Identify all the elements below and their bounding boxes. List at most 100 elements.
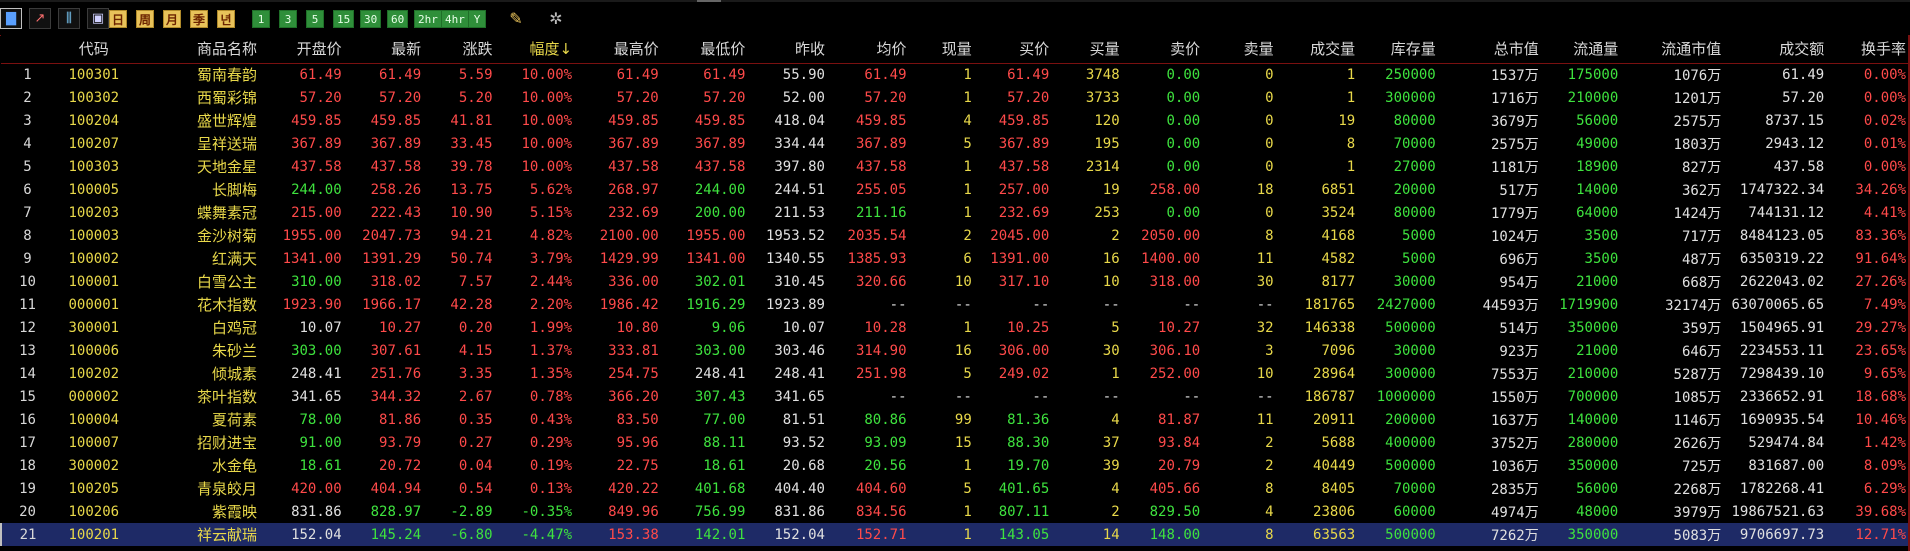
- cell-vol_now: 1: [963, 66, 972, 83]
- cell-bid_vol: 30: [1102, 342, 1120, 359]
- line-chart-icon[interactable]: ↗: [29, 8, 51, 29]
- table-row[interactable]: 6 100005 长脚梅 244.00 258.26 13.75 5.62% 268.97 24…: [1, 178, 1910, 201]
- cell-name: 花木指数: [197, 296, 258, 314]
- cell-float: 350000: [1567, 319, 1619, 336]
- cell-idx: 6: [23, 181, 32, 198]
- col-header-low[interactable]: 最低价: [662, 35, 750, 64]
- table-row[interactable]: 8 100003 金沙树菊 1955.00 2047.73 94.21 4.82% 2100.…: [1, 224, 1910, 247]
- col-header-code[interactable]: 代码: [54, 35, 134, 64]
- cell-high: 57.20: [616, 89, 659, 106]
- cell-avg: 20.56: [864, 457, 907, 474]
- cell-float_mcap: 725万: [1681, 458, 1722, 475]
- bar-chart-icon[interactable]: ▇: [0, 8, 22, 29]
- interval-button-0[interactable]: 1: [252, 10, 270, 28]
- candle-chart-icon[interactable]: ⫼: [58, 8, 80, 29]
- table-row[interactable]: 17 100007 招财进宝 91.00 93.79 0.27 0.29% 95.96 88.1…: [1, 431, 1910, 454]
- interval-button-4[interactable]: 30: [360, 10, 382, 28]
- period-button-1[interactable]: 周: [136, 10, 154, 28]
- col-header-open[interactable]: 开盘价: [261, 35, 346, 64]
- period-button-2[interactable]: 月: [163, 10, 181, 28]
- interval-button-6[interactable]: 2hr: [414, 10, 442, 28]
- table-row[interactable]: 2 100302 西蜀彩锦 57.20 57.20 5.20 10.00% 57.20 57.2…: [1, 86, 1910, 109]
- cell-avg: 437.58: [855, 158, 907, 175]
- col-header-last[interactable]: 最新: [345, 35, 426, 64]
- col-header-volume[interactable]: 成交量: [1277, 35, 1360, 64]
- table-row[interactable]: 4 100207 呈祥送瑞 367.89 367.89 33.45 10.00% 367.89…: [1, 132, 1910, 155]
- table-row[interactable]: 3 100204 盛世辉煌 459.85 459.85 41.81 10.00% 459.85…: [1, 109, 1910, 132]
- cell-ask: 0.00: [1166, 66, 1201, 83]
- table-row[interactable]: 9 100002 红满天 1341.00 1391.29 50.74 3.79% 1429.9…: [1, 247, 1910, 270]
- col-header-prev[interactable]: 昨收: [749, 35, 829, 64]
- col-header-chg[interactable]: 涨跌: [425, 35, 497, 64]
- gear-icon[interactable]: ✲: [546, 8, 566, 28]
- cell-code: 300002: [68, 457, 120, 474]
- col-header-avg[interactable]: 均价: [828, 35, 911, 64]
- cell-bid: 257.00: [998, 181, 1050, 198]
- cell-open: 437.58: [291, 158, 342, 175]
- col-header-float[interactable]: 流通量: [1542, 35, 1623, 64]
- image-icon[interactable]: ▣: [87, 8, 109, 29]
- cell-stock: 250000: [1385, 66, 1436, 83]
- interval-button-1[interactable]: 3: [279, 10, 297, 28]
- table-row[interactable]: 10 100001 白雪公主 310.00 318.02 7.57 2.44% 336.00 3…: [1, 270, 1910, 293]
- col-header-ask_vol[interactable]: 卖量: [1204, 35, 1278, 64]
- cell-prev: 152.04: [749, 523, 829, 546]
- table-row[interactable]: 7 100203 蝶舞素冠 215.00 222.43 10.90 5.15% 232.69 2…: [1, 201, 1910, 224]
- interval-button-7[interactable]: 4hr: [441, 10, 469, 28]
- cell-code: 100302: [68, 89, 120, 106]
- table-row[interactable]: 15 000002 茶叶指数 341.65 344.32 2.67 0.78% 366.20 3…: [1, 385, 1910, 408]
- table-row[interactable]: 11 000001 花木指数 1923.90 1966.17 42.28 2.20% 1986…: [1, 293, 1910, 316]
- interval-button-3[interactable]: 15: [333, 10, 355, 28]
- cell-tr: 8.09%: [1863, 457, 1906, 474]
- col-header-high[interactable]: 最高价: [576, 35, 663, 64]
- table-row[interactable]: 12 300001 白鸡冠 10.07 10.27 0.20 1.99% 10.80 9.06 1…: [1, 316, 1910, 339]
- col-header-bid[interactable]: 买价: [975, 35, 1054, 64]
- cell-last: 61.49: [379, 66, 422, 83]
- cell-prev: 397.80: [774, 158, 825, 175]
- cell-avg: 211.16: [855, 204, 907, 221]
- col-header-turnover[interactable]: 成交额: [1725, 35, 1829, 64]
- cell-bid_vol: 120: [1094, 112, 1120, 129]
- table-row[interactable]: 16 100004 夏荷素 78.00 81.86 0.35 0.43% 83.50 77.00…: [1, 408, 1910, 431]
- col-header-name[interactable]: 商品名称: [133, 35, 262, 64]
- cell-high: 366.20: [608, 388, 659, 405]
- cell-bid: 232.69: [998, 204, 1050, 221]
- col-header-idx[interactable]: [1, 35, 55, 64]
- interval-button-2[interactable]: 5: [306, 10, 324, 28]
- col-header-ask[interactable]: 卖价: [1123, 35, 1205, 64]
- cell-open: 831.86: [291, 503, 342, 520]
- cell-volume: 4582: [1321, 250, 1356, 267]
- notepad-icon[interactable]: ✎: [506, 8, 526, 28]
- col-header-float_mcap[interactable]: 流通市值: [1622, 35, 1726, 64]
- period-button-3[interactable]: 季: [190, 10, 208, 28]
- cell-float_mcap: 2575万: [1673, 113, 1722, 130]
- table-row[interactable]: 20 100206 紫霞映 831.86 828.97 -2.89 -0.35% 849.96…: [1, 500, 1910, 523]
- table-row[interactable]: 13 100006 朱砂兰 303.00 307.61 4.15 1.37% 333.81 30…: [1, 339, 1910, 362]
- table-row[interactable]: 19 100205 青泉皎月 420.00 404.94 0.54 0.13% 420.22 4…: [1, 477, 1910, 500]
- table-row[interactable]: 18 300002 水金龟 18.61 20.72 0.04 0.19% 22.75 18.61…: [1, 454, 1910, 477]
- col-header-tr[interactable]: 换手率: [1828, 35, 1910, 64]
- interval-button-5[interactable]: 60: [387, 10, 409, 28]
- table-row[interactable]: 21 100201 祥云献瑞 152.04 145.24 -6.80 -4.47% 153.3…: [0, 523, 1910, 546]
- table-row[interactable]: 5 100303 天地金星 437.58 437.58 39.78 10.00% 437.58…: [1, 155, 1910, 178]
- cell-chg: 3.35: [458, 365, 493, 382]
- table-row[interactable]: 1 100301 蜀南春韵 61.49 61.49 5.59 10.00% 61.49 61.4…: [1, 63, 1910, 86]
- cell-low: 1916.29: [686, 296, 746, 313]
- col-header-mcap[interactable]: 总市值: [1439, 35, 1543, 64]
- table-row[interactable]: 14 100202 倾城素 248.41 251.76 3.35 1.35% 254.75 24…: [1, 362, 1910, 385]
- cell-code: 100004: [68, 411, 120, 428]
- cell-bid_vol: 37: [1102, 434, 1120, 451]
- cell-pct: 0.78%: [529, 388, 573, 405]
- col-header-bid_vol[interactable]: 买量: [1053, 35, 1124, 64]
- col-header-pct[interactable]: 幅度↓: [496, 35, 577, 64]
- interval-button-8[interactable]: Y: [468, 10, 486, 28]
- col-header-stock[interactable]: 库存量: [1359, 35, 1440, 64]
- cell-bid: 401.65: [998, 480, 1050, 497]
- cell-last: 318.02: [370, 273, 422, 290]
- cell-name: 蜀南春韵: [197, 66, 258, 85]
- period-button-4[interactable]: 년: [217, 10, 235, 28]
- cell-low: 77.00: [703, 411, 746, 428]
- cell-pct: 10.00%: [521, 112, 573, 129]
- col-header-vol_now[interactable]: 现量: [910, 35, 976, 64]
- period-button-0[interactable]: 日: [109, 10, 127, 28]
